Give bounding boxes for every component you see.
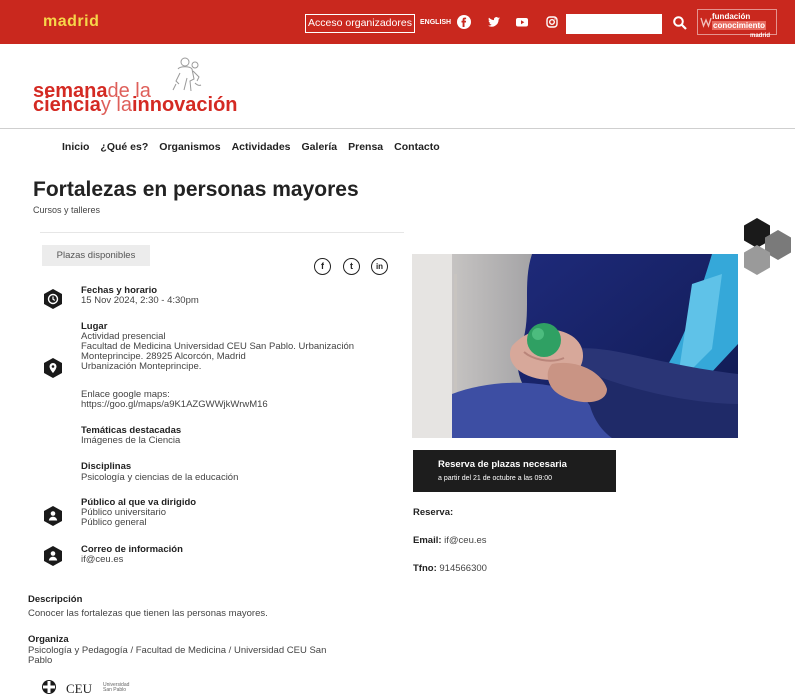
facebook-icon[interactable] xyxy=(457,15,471,29)
activity-category: Cursos y talleres xyxy=(33,205,101,215)
description-text: Conocer las fortalezas que tienen las pe… xyxy=(28,608,268,619)
availability-badge: Plazas disponibles xyxy=(42,245,150,266)
nav-item-contacto[interactable]: Contacto xyxy=(394,141,440,153)
share-linkedin-button[interactable]: in xyxy=(371,258,388,275)
ceu-logo-small: Universidad San Pablo xyxy=(103,683,129,693)
main-nav: Inicio ¿Qué es? Organismos Actividades G… xyxy=(62,141,451,153)
organizers-access-button[interactable]: Acceso organizadores xyxy=(305,14,415,33)
foundation-line-1: fundación xyxy=(712,12,751,21)
logo-word-innovacion: innovación xyxy=(131,94,238,116)
logo-word-ciencia: ciencia xyxy=(33,94,101,116)
ceu-shield-icon xyxy=(42,680,56,694)
nav-item-inicio[interactable]: Inicio xyxy=(62,141,89,153)
search-input[interactable] xyxy=(566,14,662,34)
twitter-icon[interactable] xyxy=(487,15,501,29)
place-line-4: Urbanización Monteprincipe. xyxy=(81,361,202,372)
reservation-email-label: Email: xyxy=(413,535,442,546)
instagram-icon[interactable] xyxy=(545,15,559,29)
dates-value: 15 Nov 2024, 2:30 - 4:30pm xyxy=(81,295,199,306)
language-link[interactable]: ENGLISH xyxy=(420,19,451,26)
audience-icon xyxy=(44,506,62,526)
reservation-email-value[interactable]: if@ceu.es xyxy=(444,535,486,546)
reservation-email: Email: if@ceu.es xyxy=(413,535,487,546)
organizer-line-1: Psicología y Pedagogía / Facultad de Med… xyxy=(28,645,327,656)
contact-icon xyxy=(44,546,62,566)
description-title: Descripción xyxy=(28,594,83,605)
location-pin-icon xyxy=(44,358,62,378)
search-icon[interactable] xyxy=(672,15,688,31)
reservation-banner-title: Reserva de plazas necesaria xyxy=(438,459,567,470)
madrid-brand-logo[interactable]: madrid xyxy=(43,13,99,31)
reservation-phone-label: Tfno: xyxy=(413,563,437,574)
maps-link[interactable]: https://goo.gl/maps/a9K1AZGWWjkWrwM16 xyxy=(81,400,268,410)
content-divider xyxy=(40,232,404,233)
reserva-label: Reserva: xyxy=(413,507,454,518)
nav-item-organismos[interactable]: Organismos xyxy=(159,141,220,153)
share-facebook-button[interactable]: f xyxy=(314,258,331,275)
logo-word-y-la: y la xyxy=(100,94,132,116)
clock-icon xyxy=(44,289,62,309)
header-divider xyxy=(0,128,795,129)
disciplines-title: Disciplinas xyxy=(81,461,132,472)
activity-photo xyxy=(412,254,738,438)
youtube-icon[interactable] xyxy=(515,15,529,29)
foundation-line-2: conocimiento xyxy=(712,21,767,30)
nav-item-galeria[interactable]: Galería xyxy=(302,141,338,153)
reservation-phone: Tfno: 914566300 xyxy=(413,563,487,574)
organizer-line-2: Pablo xyxy=(28,655,53,666)
ceu-logo-small-2: San Pablo xyxy=(103,687,127,693)
email-value[interactable]: if@ceu.es xyxy=(81,555,123,565)
reservation-phone-value[interactable]: 914566300 xyxy=(439,563,487,574)
reservation-banner xyxy=(413,450,616,492)
logo-line-2: cienciay lainnovación xyxy=(33,94,238,116)
page-title: Fortalezas en personas mayores xyxy=(33,178,359,201)
nav-item-actividades[interactable]: Actividades xyxy=(232,141,291,153)
ceu-logo-text: CEU xyxy=(66,681,92,695)
nav-item-que-es[interactable]: ¿Qué es? xyxy=(100,141,148,153)
disciplines-value: Psicología y ciencias de la educación xyxy=(81,472,239,483)
foundation-line-3: madrid xyxy=(750,33,771,39)
foundation-logo-text: fundación conocimiento madrid xyxy=(712,12,770,41)
nav-item-prensa[interactable]: Prensa xyxy=(348,141,383,153)
decorative-hexagons-icon xyxy=(744,218,791,275)
audience-line-2: Público general xyxy=(81,517,147,528)
site-logo[interactable]: semanade la cienciay lainnovación xyxy=(33,53,273,123)
themes-value: Imágenes de la Ciencia xyxy=(81,435,181,446)
share-twitter-button[interactable]: t xyxy=(343,258,360,275)
reservation-banner-subtitle: a partir del 21 de octubre a las 09:00 xyxy=(438,475,553,482)
organizer-title: Organiza xyxy=(28,634,69,645)
scientists-illustration-icon xyxy=(172,57,202,92)
